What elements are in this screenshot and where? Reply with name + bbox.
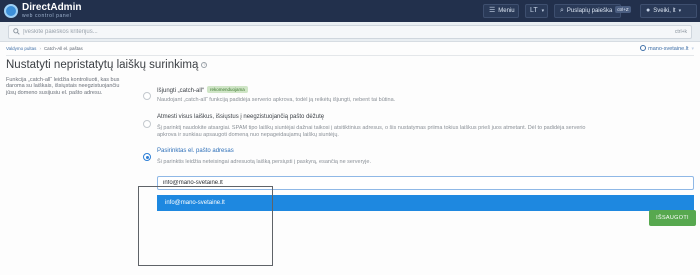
logo-icon xyxy=(4,4,18,18)
save-button[interactable]: IŠSAUGOTI xyxy=(649,210,696,226)
chevron-down-icon: ▾ xyxy=(541,8,545,14)
shortcut-badge: ctrl+Z xyxy=(615,6,631,13)
user-label: Sveiki, lt xyxy=(653,8,676,14)
menu-button[interactable]: ☰ Meniu xyxy=(483,4,519,18)
option-disable-title: Išjungti „catch-all“ rekomenduojama xyxy=(157,86,248,94)
chevron-down-icon: ▾ xyxy=(691,46,694,52)
user-menu-button[interactable]: ● Sveiki, lt ▾ xyxy=(640,4,697,18)
breadcrumb-item-current: Catch-All el. paštas xyxy=(43,46,83,51)
menu-label: Meniu xyxy=(498,8,515,14)
top-navbar: DirectAdmin web control panel ☰ Meniu LT ▾… xyxy=(0,0,700,22)
page-title-text: Nustatyti nepristatytų laiškų surinkimą xyxy=(6,59,199,71)
option-forward-radio[interactable] xyxy=(143,153,151,161)
user-icon: ● xyxy=(646,7,651,14)
logo-title: DirectAdmin xyxy=(22,2,82,13)
search-shortcut: ctrl+k xyxy=(674,29,687,35)
option-forward-description: Ši parinktis leidžia neteisingai adresuo… xyxy=(157,159,371,165)
option-reject-radio[interactable] xyxy=(143,120,151,128)
menu-icon: ☰ xyxy=(489,7,496,14)
highlight-box xyxy=(138,186,273,266)
language-button[interactable]: LT ▾ xyxy=(525,4,548,18)
globe-icon xyxy=(640,45,647,51)
logo[interactable]: DirectAdmin web control panel xyxy=(4,2,86,20)
search-bar: ctrl+k xyxy=(0,22,700,42)
page-description: Funkcija „catch-all“ leidžia kontroliuot… xyxy=(6,77,120,96)
search-input[interactable] xyxy=(8,25,692,39)
domain-selector[interactable]: mano-svetaine.lt ▾ xyxy=(640,45,694,52)
breadcrumb-item-dashboard[interactable]: Valdymo pultas xyxy=(6,46,36,51)
divider xyxy=(6,55,694,56)
breadcrumb-separator: › xyxy=(39,46,41,51)
search-icon xyxy=(13,28,20,35)
page-search-button[interactable]: ⌕ Puslapių paieška ctrl+Z xyxy=(554,4,631,18)
language-label: LT xyxy=(530,7,538,14)
content-panel: Valdymo pultas › Catch-All el. paštas mano… xyxy=(0,42,700,275)
chevron-down-icon: ▾ xyxy=(678,8,682,14)
logo-subtitle: web control panel xyxy=(22,13,72,19)
page-title: Nustatyti nepristatytų laiškų surinkimą? xyxy=(6,59,208,71)
breadcrumb: Valdymo pultas › Catch-All el. paštas xyxy=(6,46,83,51)
option-reject-title: Atmesti visus laiškus, išsiųstus į neegz… xyxy=(157,114,325,120)
option-reject-description-line1: Šį parinktį naudokite atsargiai. SPAM ti… xyxy=(157,125,586,131)
help-icon[interactable]: ? xyxy=(201,62,208,68)
option-forward-title: Pasirinktas el. pašto adresas xyxy=(157,148,234,154)
search-icon: ⌕ xyxy=(560,7,564,14)
option-reject-description-line2: apkrova ir sunkiau apsaugoti domeną nuo … xyxy=(157,132,339,138)
option-disable-label: Išjungti „catch-all“ xyxy=(157,88,205,94)
page-search-label: Puslapių paieška xyxy=(566,8,613,14)
recommended-badge: rekomenduojama xyxy=(207,86,248,93)
option-disable-description: Naudojant „catch-all“ funkciją padidėja … xyxy=(157,97,396,103)
option-disable-radio[interactable] xyxy=(143,92,151,100)
domain-label: mano-svetaine.lt xyxy=(648,46,689,52)
